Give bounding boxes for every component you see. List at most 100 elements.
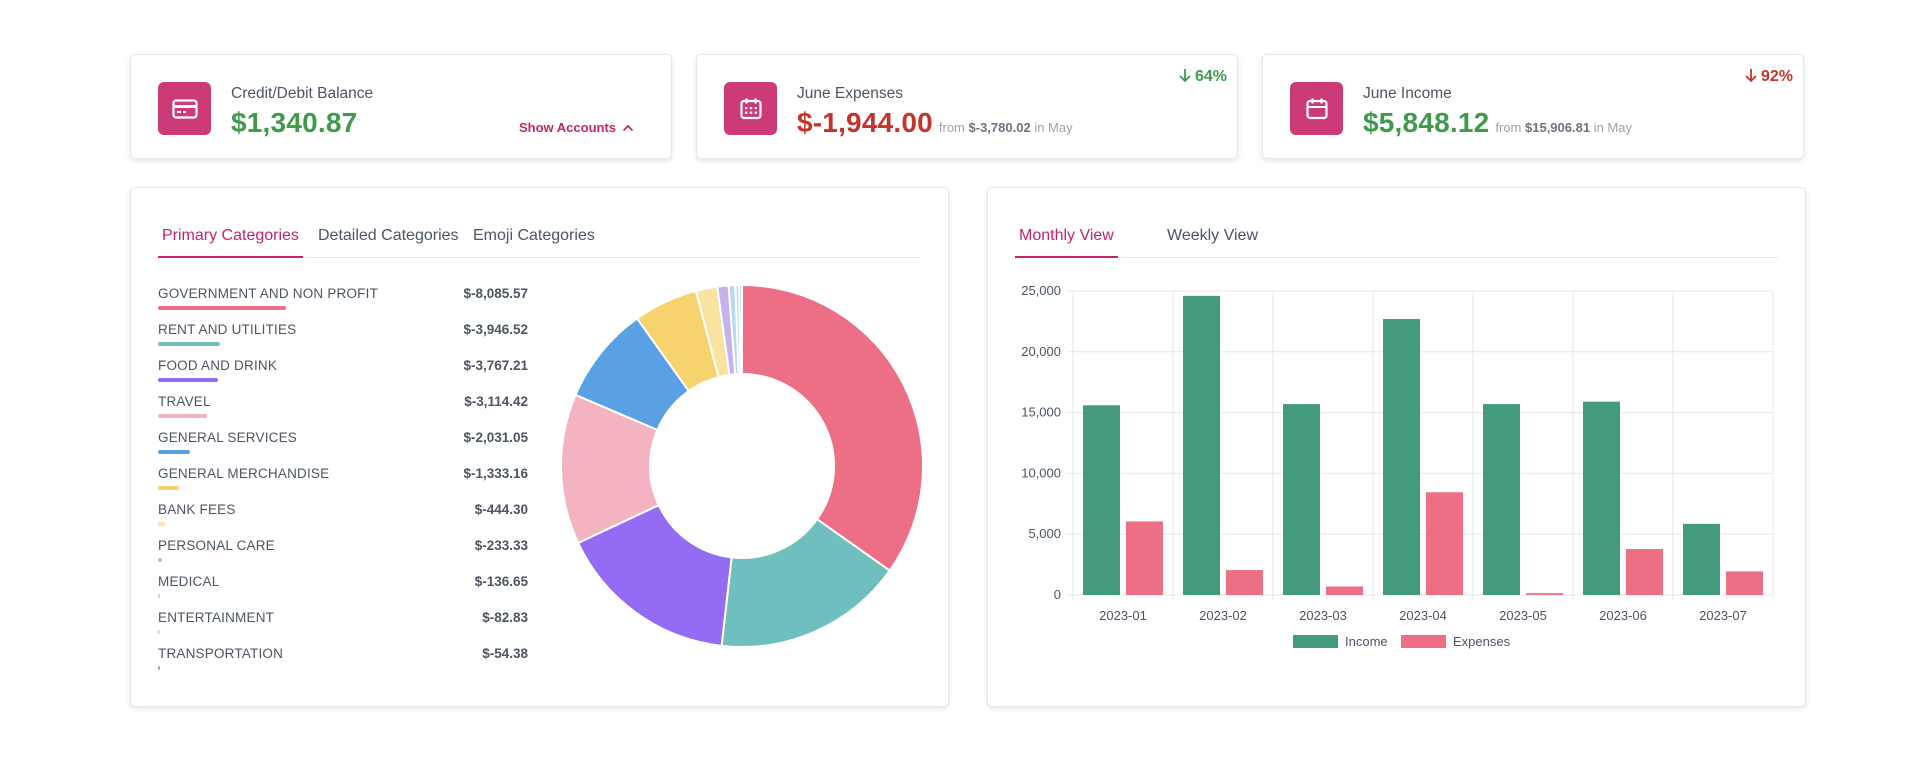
tab-monthly-view[interactable]: Monthly View: [1015, 214, 1118, 258]
income-label: June Income: [1363, 85, 1452, 102]
category-name: GOVERNMENT AND NON PROFIT: [158, 286, 379, 301]
bar-expenses-2023-02[interactable]: [1226, 570, 1263, 595]
category-bar: [158, 342, 221, 346]
donut-slice-transportation[interactable]: [738, 283, 743, 376]
bar-expenses-2023-06[interactable]: [1626, 549, 1663, 595]
category-bar: [158, 450, 191, 454]
bar-income-2023-02[interactable]: [1183, 295, 1220, 595]
y-tick-label: 10,000: [1021, 465, 1061, 480]
category-list: GOVERNMENT AND NON PROFIT $-8,085.57 RENT …: [158, 286, 528, 682]
category-value: $-444.30: [474, 502, 528, 517]
category-bar: [158, 486, 180, 490]
category-value: $-8,085.57: [463, 286, 528, 301]
category-bar: [158, 306, 286, 310]
chart-legend: Income Expenses: [1293, 634, 1511, 649]
expenses-from-suffix: in May: [1034, 120, 1073, 135]
bar-expenses-2023-04[interactable]: [1426, 492, 1463, 595]
bar-expenses-2023-03[interactable]: [1326, 586, 1363, 595]
balance-amount: $1,340.87: [231, 107, 358, 138]
balance-card: Credit/Debit Balance $1,340.87 Show Acco…: [130, 54, 672, 159]
income-from-prefix: from: [1495, 120, 1522, 135]
bar-expenses-2023-01[interactable]: [1126, 521, 1163, 595]
category-row-personal-care[interactable]: PERSONAL CARE $-233.33: [158, 538, 528, 574]
category-row-medical[interactable]: MEDICAL $-136.65: [158, 574, 528, 610]
category-row-general-services[interactable]: GENERAL SERVICES $-2,031.05: [158, 430, 528, 466]
category-name: MEDICAL: [158, 574, 220, 589]
income-previous-amount: $15,906.81: [1525, 120, 1591, 135]
category-name: TRAVEL: [158, 394, 211, 409]
expenses-comparison: from $-3,780.02 in May: [939, 120, 1073, 135]
expenses-from-prefix: from: [938, 120, 965, 135]
category-name: ENTERTAINMENT: [158, 610, 275, 625]
donut-slice-government-and-non-profit[interactable]: [741, 283, 924, 573]
calendar-grid-icon: [724, 82, 777, 135]
y-tick-label: 20,000: [1021, 344, 1061, 359]
bar-income-2023-04[interactable]: [1383, 318, 1420, 595]
expenses-amount: $-1,944.00 from $-3,780.02 in May: [797, 107, 1073, 139]
income-amount-value: $5,848.12: [1363, 107, 1490, 138]
arrow-down-icon: [1744, 69, 1757, 83]
income-expenses-bar-chart: 0 5,000 10,000 15,000 20,000 25,000 2023-01 202…: [1021, 283, 1774, 649]
y-tick-label: 15,000: [1021, 405, 1061, 420]
bar-income-2023-05[interactable]: [1483, 404, 1520, 595]
category-donut-chart: [560, 283, 924, 648]
show-accounts-label: Show Accounts: [519, 120, 617, 135]
category-bar: [158, 522, 166, 526]
x-tick-label: 2023-06: [1599, 608, 1647, 623]
category-name: GENERAL MERCHANDISE: [158, 466, 330, 481]
category-bar: [158, 666, 160, 670]
tab-weekly-view[interactable]: Weekly View: [1163, 214, 1262, 258]
expenses-change-value: 64%: [1194, 68, 1227, 85]
category-name: PERSONAL CARE: [158, 538, 275, 553]
credit-card-icon: [158, 82, 211, 135]
category-value: $-3,767.21: [463, 358, 528, 373]
tab-primary-categories[interactable]: Primary Categories: [158, 214, 303, 258]
income-card: June Income $5,848.12 from $15,906.81 in …: [1262, 54, 1804, 159]
expenses-change: 64%: [1178, 68, 1227, 86]
category-row-general-merchandise[interactable]: GENERAL MERCHANDISE $-1,333.16: [158, 466, 528, 502]
show-accounts-button[interactable]: Show Accounts: [519, 120, 634, 135]
category-row-food-and-drink[interactable]: FOOD AND DRINK $-3,767.21: [158, 358, 528, 394]
category-row-transportation[interactable]: TRANSPORTATION $-54.38: [158, 646, 528, 682]
bar-income-2023-07[interactable]: [1683, 523, 1720, 595]
balance-label: Credit/Debit Balance: [231, 85, 374, 102]
tab-emoji-categories[interactable]: Emoji Categories: [469, 214, 599, 258]
category-value: $-2,031.05: [463, 430, 528, 445]
category-row-government-and-non-profit[interactable]: GOVERNMENT AND NON PROFIT $-8,085.57: [158, 286, 528, 322]
expenses-amount-value: $-1,944.00: [797, 107, 933, 138]
category-value: $-3,114.42: [464, 394, 528, 409]
category-row-travel[interactable]: TRAVEL $-3,114.42: [158, 394, 528, 430]
bar-income-2023-01[interactable]: [1083, 405, 1120, 595]
x-tick-label: 2023-03: [1299, 608, 1347, 623]
x-tick-label: 2023-07: [1699, 608, 1747, 623]
legend-label-expenses: Expenses: [1453, 634, 1511, 649]
income-amount: $5,848.12 from $15,906.81 in May: [1363, 107, 1632, 139]
income-change-value: 92%: [1760, 68, 1793, 85]
category-row-bank-fees[interactable]: BANK FEES $-444.30: [158, 502, 528, 538]
category-value: $-233.33: [474, 538, 528, 553]
category-name: GENERAL SERVICES: [158, 430, 297, 445]
legend-swatch-income[interactable]: [1293, 635, 1338, 648]
chevron-up-icon: [622, 124, 634, 131]
category-bar: [158, 558, 162, 562]
calendar-icon: [1290, 82, 1343, 135]
category-value: $-54.38: [482, 646, 528, 661]
income-change: 92%: [1744, 68, 1793, 86]
x-tick-label: 2023-02: [1199, 608, 1247, 623]
y-tick-label: 5,000: [1028, 526, 1061, 541]
tab-detailed-categories[interactable]: Detailed Categories: [314, 214, 463, 258]
bar-income-2023-03[interactable]: [1283, 404, 1320, 595]
legend-swatch-expenses[interactable]: [1401, 635, 1446, 648]
x-tick-label: 2023-05: [1499, 608, 1547, 623]
bar-income-2023-06[interactable]: [1583, 401, 1620, 595]
category-name: TRANSPORTATION: [158, 646, 284, 661]
category-row-entertainment[interactable]: ENTERTAINMENT $-82.83: [158, 610, 528, 646]
bar-expenses-2023-05[interactable]: [1526, 593, 1563, 595]
category-name: RENT AND UTILITIES: [158, 322, 297, 337]
category-row-rent-and-utilities[interactable]: RENT AND UTILITIES $-3,946.52: [158, 322, 528, 358]
x-tick-label: 2023-04: [1399, 608, 1447, 623]
bar-expenses-2023-07[interactable]: [1726, 571, 1763, 595]
arrow-down-icon: [1178, 69, 1191, 83]
x-tick-label: 2023-01: [1099, 608, 1147, 623]
expenses-label: June Expenses: [797, 85, 903, 102]
